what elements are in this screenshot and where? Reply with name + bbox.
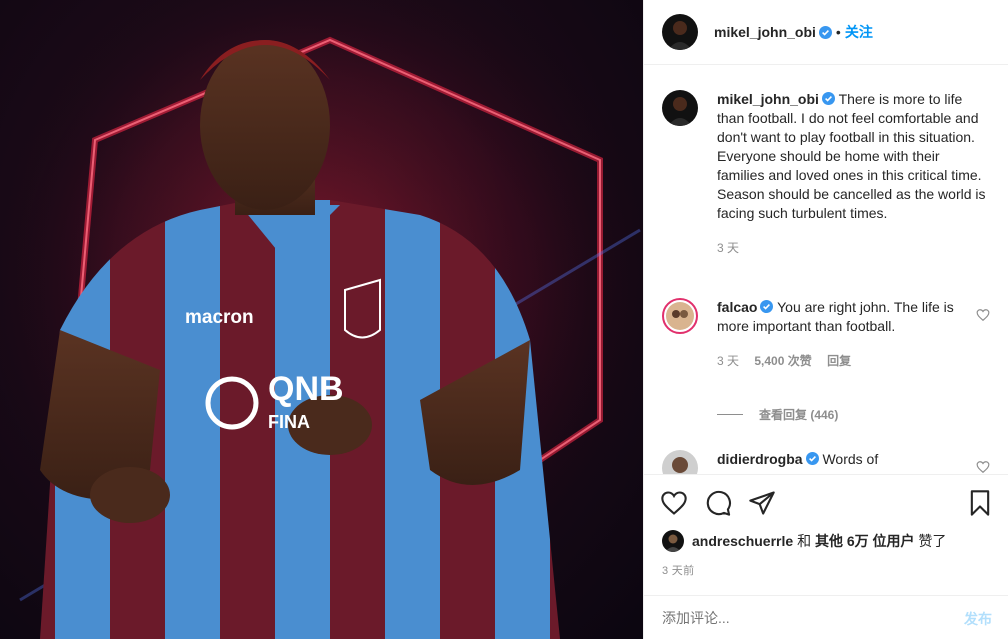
- author-username[interactable]: mikel_john_obi: [714, 24, 816, 40]
- likes-suffix: 赞了: [918, 533, 947, 549]
- action-icons: [660, 489, 994, 519]
- comment-text: Words of: [822, 451, 879, 467]
- likes-summary[interactable]: andreschuerrle 和 其他 6万 位用户 赞了: [662, 530, 946, 552]
- separator-dot: •: [835, 24, 841, 40]
- commenter-avatar[interactable]: [662, 450, 698, 474]
- verified-badge-icon: [760, 299, 774, 313]
- verified-badge-icon: [818, 25, 832, 39]
- comment-username[interactable]: falcao: [717, 299, 757, 315]
- add-comment-bar: 发布: [644, 595, 1008, 639]
- comments-list[interactable]: mikel_john_obi There is more to life tha…: [644, 66, 1008, 474]
- comment-body: didierdrogba Words of: [717, 450, 962, 469]
- comment-like-heart-icon[interactable]: [976, 308, 990, 322]
- caption-username[interactable]: mikel_john_obi: [717, 91, 819, 107]
- post-sidebar: mikel_john_obi • 关注 mikel_john_obi There…: [643, 0, 1008, 639]
- commenter-avatar[interactable]: [662, 298, 698, 334]
- liker-username[interactable]: andreschuerrle: [692, 533, 793, 549]
- comment-body: falcao You are right john. The life is m…: [717, 298, 962, 371]
- comment-like-heart-icon[interactable]: [976, 460, 990, 474]
- player-photo: macron QNB FINA: [0, 0, 643, 639]
- post-actions: andreschuerrle 和 其他 6万 位用户 赞了 3 天前: [644, 474, 1008, 582]
- caption-body: mikel_john_obi There is more to life tha…: [717, 90, 990, 258]
- svg-text:macron: macron: [185, 307, 254, 328]
- caption-text: There is more to life than football. I d…: [717, 91, 986, 221]
- comment-likes[interactable]: 5,400 次赞: [754, 354, 811, 368]
- comment-bubble-icon[interactable]: [704, 489, 732, 517]
- caption-avatar[interactable]: [662, 90, 698, 126]
- caption-meta: 3 天: [717, 239, 990, 258]
- verified-badge-icon: [805, 451, 819, 465]
- post-comment-button[interactable]: 发布: [964, 609, 992, 629]
- comment-input[interactable]: [662, 610, 932, 626]
- likes-connector: 和: [797, 533, 812, 549]
- replies-divider: [717, 414, 743, 415]
- svg-text:QNB: QNB: [268, 370, 344, 408]
- comment-username[interactable]: didierdrogba: [717, 451, 803, 467]
- post-header: mikel_john_obi • 关注: [644, 0, 1008, 65]
- verified-badge-icon: [821, 91, 835, 105]
- post-timestamp[interactable]: 3 天前: [662, 562, 694, 578]
- share-paper-plane-icon[interactable]: [748, 489, 776, 517]
- follow-button[interactable]: 关注: [845, 22, 873, 42]
- likes-others[interactable]: 其他 6万 位用户: [815, 533, 915, 549]
- like-heart-icon[interactable]: [660, 489, 688, 517]
- view-replies-button[interactable]: 查看回复 (446): [717, 406, 838, 423]
- author-avatar[interactable]: [662, 14, 698, 50]
- post-image[interactable]: macron QNB FINA: [0, 0, 643, 639]
- save-bookmark-icon[interactable]: [966, 489, 994, 517]
- view-replies-label: 查看回复 (446): [759, 408, 839, 422]
- svg-text:FINA: FINA: [268, 412, 310, 432]
- comment-meta: 3 天 5,400 次赞 回复: [717, 352, 962, 371]
- caption-time[interactable]: 3 天: [717, 241, 739, 255]
- liker-avatar[interactable]: [662, 530, 684, 552]
- reply-button[interactable]: 回复: [827, 354, 851, 368]
- comment-time[interactable]: 3 天: [717, 354, 739, 368]
- likes-text: andreschuerrle 和 其他 6万 位用户 赞了: [692, 531, 946, 551]
